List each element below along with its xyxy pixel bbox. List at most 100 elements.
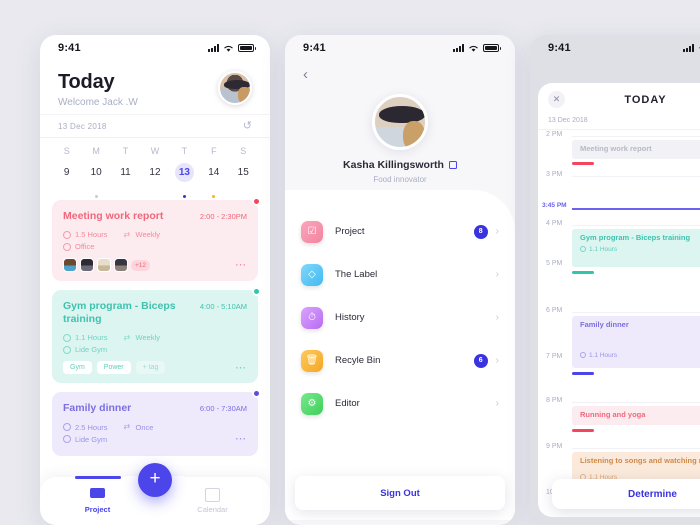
event-duration: 1.1 Hours (75, 333, 108, 343)
repeat-icon: ⇄ (123, 332, 131, 342)
calendar-dow: F (211, 146, 217, 156)
status-bar: 9:41 (530, 35, 700, 61)
calendar-day-number: 13 (174, 163, 194, 182)
date-row: 13 Dec 2018 ↺ (40, 114, 270, 138)
event-title: Family dinner (580, 320, 629, 329)
edit-icon[interactable] (448, 161, 457, 169)
menu-item-project[interactable]: ☑ Project 8 › (285, 210, 515, 253)
chevron-right-icon: › (495, 354, 499, 366)
avatar (63, 258, 77, 273)
calendar-day-number: 9 (63, 167, 70, 178)
add-event-button[interactable]: + (138, 463, 172, 497)
calendar-dow: T (181, 146, 188, 156)
hour-label: 3 PM (546, 171, 563, 178)
location-icon (63, 345, 71, 354)
event-repeat: Weekly (135, 333, 160, 343)
avatar[interactable] (218, 71, 252, 105)
event-title: Gym program - Biceps training (63, 300, 176, 326)
event-duration: 1.1 Hours (589, 351, 618, 359)
hour-label: 5 PM (546, 260, 563, 267)
timeline-grid[interactable]: 2 PM 3 PM 4 PM 5 PM 6 PM 7 PM 8 PM 9 PM … (538, 130, 700, 507)
event-card[interactable]: Family dinner 6:00 - 7:30AM 2.5 Hours ⇄ … (52, 389, 261, 456)
calendar-day-cell[interactable]: 11 (111, 163, 140, 192)
menu-item-label: Editor (335, 398, 360, 409)
more-options-icon[interactable]: ⋯ (235, 434, 247, 445)
calendar-check-icon: ☑ (301, 220, 323, 243)
timeline-event[interactable]: Meeting work report (572, 140, 700, 159)
avatar[interactable] (372, 94, 428, 150)
menu-item-editor[interactable]: ⚙ Editor › (285, 382, 515, 425)
calendar-day-cell[interactable]: 10 (81, 163, 110, 198)
event-place: Lide Gym (75, 345, 108, 355)
calendar-dow-row: S M T W T F S (52, 146, 258, 163)
profile-name-row: Kasha Killingsworth (285, 159, 515, 171)
calendar-icon (205, 488, 220, 502)
menu-item-label: The Label (335, 269, 378, 280)
event-card[interactable]: Meeting work report 2:00 - 2:30PM 1.5 Ho… (52, 197, 261, 282)
menu-item-label: Project (335, 226, 365, 237)
menu-item-label: History (335, 312, 365, 323)
status-icons (683, 44, 700, 53)
day-dot (182, 195, 186, 198)
calendar-dow: M (92, 146, 100, 156)
status-bar: 9:41 (285, 35, 515, 61)
event-place: Lide Gym (75, 434, 108, 444)
event-place: Office (75, 242, 95, 252)
tab-calendar[interactable]: Calendar (155, 488, 270, 514)
event-duration: 1.1 Hours (589, 245, 618, 253)
more-options-icon[interactable]: ⋯ (235, 260, 247, 271)
tab-project[interactable]: Project (40, 488, 155, 514)
close-icon[interactable]: ✕ (548, 91, 565, 108)
event-repeat: Once (135, 422, 154, 432)
day-dot (94, 195, 98, 198)
hour-label: 8 PM (546, 397, 563, 404)
event-time: 4:00 - 5:10AM (199, 302, 247, 312)
event-time: 2:00 - 2:30PM (199, 212, 247, 221)
attendee-avatars[interactable]: +12 (63, 258, 151, 273)
event-time: 6:00 - 7:30AM (199, 404, 247, 414)
menu-item-the-label[interactable]: ◇ The Label › (285, 253, 515, 296)
status-badge (252, 389, 261, 399)
menu-item-recyle-bin[interactable]: 🗑 Recyle Bin 6 › (285, 339, 515, 382)
event-accent-bar (572, 271, 594, 274)
profile-name: Kasha Killingsworth (343, 159, 444, 171)
hour-label: 7 PM (546, 353, 563, 360)
back-chevron-icon[interactable]: ‹ (285, 61, 515, 82)
event-title: Meeting work report (580, 144, 652, 153)
app-mockup-stage: 9:41 Today Welcome Jack .W 13 Dec 2018 ↺… (0, 0, 700, 525)
more-options-icon[interactable]: ⋯ (235, 362, 247, 373)
calendar-day-cell[interactable]: 12 (140, 163, 169, 192)
calendar-day-cell[interactable]: 9 (52, 163, 81, 192)
calendar-day-cell-selected[interactable]: 13 (170, 163, 199, 198)
event-title: Family dinner (63, 402, 132, 415)
battery-icon (238, 44, 256, 52)
menu-item-history[interactable]: ⏱ History › (285, 296, 515, 339)
timeline-date-label: 13 Dec 2018 (538, 114, 700, 130)
status-time: 9:41 (548, 42, 571, 54)
clock-icon (580, 352, 586, 359)
hour-label: 6 PM (546, 307, 563, 314)
calendar-day-row: 9 10 11 12 13 14 15 (52, 163, 258, 198)
timeline-event[interactable]: Gym program - Biceps training 1.1 Hours … (572, 229, 700, 267)
clock-icon (63, 230, 71, 239)
timeline-event[interactable]: Family dinner 1.1 Hours 4:00 (572, 316, 700, 368)
tag-chip[interactable]: Gym (63, 361, 92, 375)
chevron-right-icon: › (495, 268, 499, 280)
event-card[interactable]: Gym program - Biceps training 4:00 - 5:1… (52, 287, 261, 384)
badge-count: 8 (473, 224, 488, 239)
hour-label: 9 PM (546, 443, 563, 450)
event-title: Listening to songs and watching movies (580, 456, 700, 465)
timeline-event[interactable]: Running and yoga (572, 406, 700, 425)
status-icons (208, 44, 256, 53)
attendee-overflow-count[interactable]: +12 (131, 259, 151, 271)
add-tag-button[interactable]: + tag (135, 361, 166, 375)
avatar (114, 258, 128, 273)
refresh-icon[interactable]: ↺ (243, 121, 252, 132)
calendar-day-cell[interactable]: 14 (199, 163, 228, 198)
sign-out-button[interactable]: Sign Out (295, 476, 505, 510)
determine-button[interactable]: Determine (552, 479, 700, 509)
signal-icon (683, 44, 694, 52)
calendar-day-cell[interactable]: 15 (229, 163, 258, 192)
tag-chip[interactable]: Power (96, 361, 131, 375)
status-time: 9:41 (58, 42, 81, 54)
